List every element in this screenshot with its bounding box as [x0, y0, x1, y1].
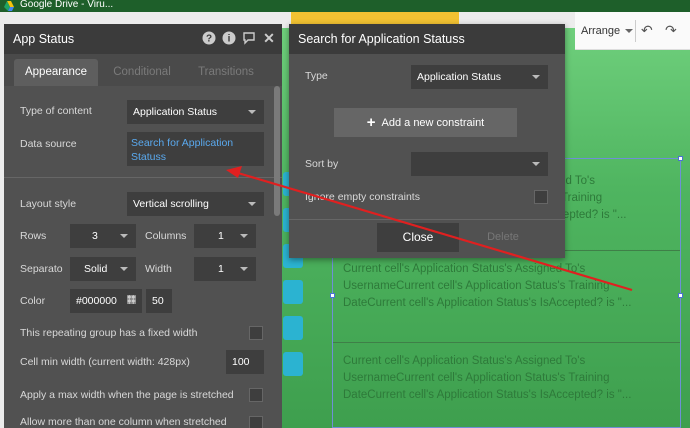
panel-scrollbar[interactable] — [274, 86, 280, 216]
app-status-property-editor: App Status ? i ✕ Appearance Conditional … — [4, 24, 282, 428]
dropdown-value: Vertical scrolling — [133, 198, 209, 210]
chevron-down-icon[interactable] — [625, 29, 633, 33]
separator-label: Separato — [20, 263, 63, 275]
close-icon[interactable]: ✕ — [262, 31, 276, 45]
data-source-label: Data source — [20, 138, 77, 150]
svg-text:i: i — [228, 34, 231, 45]
close-button[interactable]: Close — [377, 223, 459, 252]
max-width-checkbox[interactable] — [249, 388, 263, 402]
multi-column-checkbox[interactable] — [249, 416, 263, 428]
color-label: Color — [20, 295, 46, 307]
plus-icon: + — [366, 114, 376, 131]
chevron-down-icon — [248, 110, 256, 114]
layout-style-label: Layout style — [20, 198, 77, 210]
rows-dropdown[interactable]: 3 — [70, 224, 136, 248]
arrange-button[interactable]: Arrange — [581, 25, 620, 37]
editor-toolbar: Arrange ↶ ↷ — [575, 12, 690, 50]
panel-title: Search for Application Statuss — [298, 32, 465, 46]
table-row[interactable]: Current cell's Application Status's Assi… — [333, 251, 680, 343]
columns-dropdown[interactable]: 1 — [194, 224, 256, 248]
type-label: Type — [305, 70, 328, 82]
undo-icon[interactable]: ↶ — [641, 22, 653, 39]
multi-column-label: Allow more than one column when stretche… — [20, 416, 227, 428]
row-text: Current cell's Application Status's Assi… — [343, 355, 632, 401]
row-text: Current cell's Application Status's Assi… — [343, 263, 632, 309]
dropdown-value: 3 — [92, 230, 98, 242]
help-icon[interactable]: ? — [202, 31, 216, 45]
add-constraint-button[interactable]: + Add a new constraint — [334, 108, 517, 137]
type-dropdown[interactable]: Application Status — [411, 65, 548, 89]
resize-handle[interactable] — [330, 293, 335, 298]
section-divider — [4, 177, 282, 178]
width-dropdown[interactable]: 1 — [194, 257, 256, 281]
toolbar-divider — [635, 20, 636, 42]
chevron-down-icon — [120, 267, 128, 271]
delete-button[interactable]: Delete — [478, 223, 528, 252]
table-row[interactable]: Current cell's Application Status's Assi… — [333, 343, 680, 428]
comment-icon[interactable] — [242, 31, 256, 45]
chevron-down-icon — [532, 75, 540, 79]
type-of-content-label: Type of content — [20, 105, 92, 117]
color-swatch[interactable] — [127, 295, 136, 304]
dropdown-value: 1 — [218, 263, 224, 275]
chevron-down-icon — [120, 234, 128, 238]
layout-style-dropdown[interactable]: Vertical scrolling — [127, 192, 264, 216]
tab-appearance[interactable]: Appearance — [14, 59, 98, 86]
chevron-down-icon — [240, 267, 248, 271]
google-drive-icon — [4, 1, 14, 11]
dropdown-value: Application Status — [417, 71, 502, 83]
chevron-down-icon — [248, 202, 256, 206]
panel-title: App Status — [13, 32, 75, 46]
sort-by-label: Sort by — [305, 158, 339, 170]
fixed-width-label: This repeating group has a fixed width — [20, 327, 198, 339]
panel-tabs: Appearance Conditional Transitions — [4, 54, 282, 86]
redo-icon[interactable]: ↷ — [665, 22, 677, 39]
ignore-empty-label: Ignore empty constraints — [305, 191, 420, 203]
resize-handle[interactable] — [678, 293, 683, 298]
tab-transitions[interactable]: Transitions — [186, 59, 266, 86]
width-label: Width — [145, 263, 172, 275]
svg-text:?: ? — [206, 34, 212, 45]
columns-label: Columns — [145, 230, 187, 242]
chevron-down-icon — [240, 234, 248, 238]
chevron-down-icon — [532, 162, 540, 166]
cell-min-width-label: Cell min width (current width: 428px) — [20, 356, 190, 368]
dropdown-value: 1 — [218, 230, 224, 242]
sort-by-dropdown[interactable] — [411, 152, 548, 176]
opacity-input[interactable]: 50 — [146, 289, 172, 313]
search-editor-panel: Search for Application Statuss Type Appl… — [289, 24, 565, 258]
rows-label: Rows — [20, 230, 47, 242]
fixed-width-checkbox[interactable] — [249, 326, 263, 340]
tab-conditional[interactable]: Conditional — [102, 59, 182, 86]
resize-handle[interactable] — [678, 156, 683, 161]
ignore-empty-checkbox[interactable] — [534, 190, 548, 204]
button-label: Add a new constraint — [381, 117, 485, 129]
data-source-expression[interactable]: Search for Application Statuss — [127, 132, 264, 166]
canvas-cyan-element[interactable] — [283, 352, 303, 376]
info-icon[interactable]: i — [222, 31, 236, 45]
window-title-bar: Google Drive - Viru... — [0, 0, 690, 12]
panel-header: App Status ? i ✕ — [4, 24, 282, 54]
canvas-cyan-element[interactable] — [283, 316, 303, 340]
canvas-cyan-element[interactable] — [283, 280, 303, 304]
cell-min-width-input[interactable]: 100 — [226, 350, 264, 374]
separator-dropdown[interactable]: Solid — [70, 257, 136, 281]
window-title: Google Drive - Viru... — [20, 0, 114, 10]
panel-header: Search for Application Statuss — [289, 24, 565, 54]
type-of-content-dropdown[interactable]: Application Status — [127, 100, 264, 124]
section-divider — [289, 219, 565, 220]
dropdown-value: Solid — [84, 263, 108, 275]
dropdown-value: Application Status — [133, 106, 218, 118]
max-width-label: Apply a max width when the page is stret… — [20, 389, 234, 401]
